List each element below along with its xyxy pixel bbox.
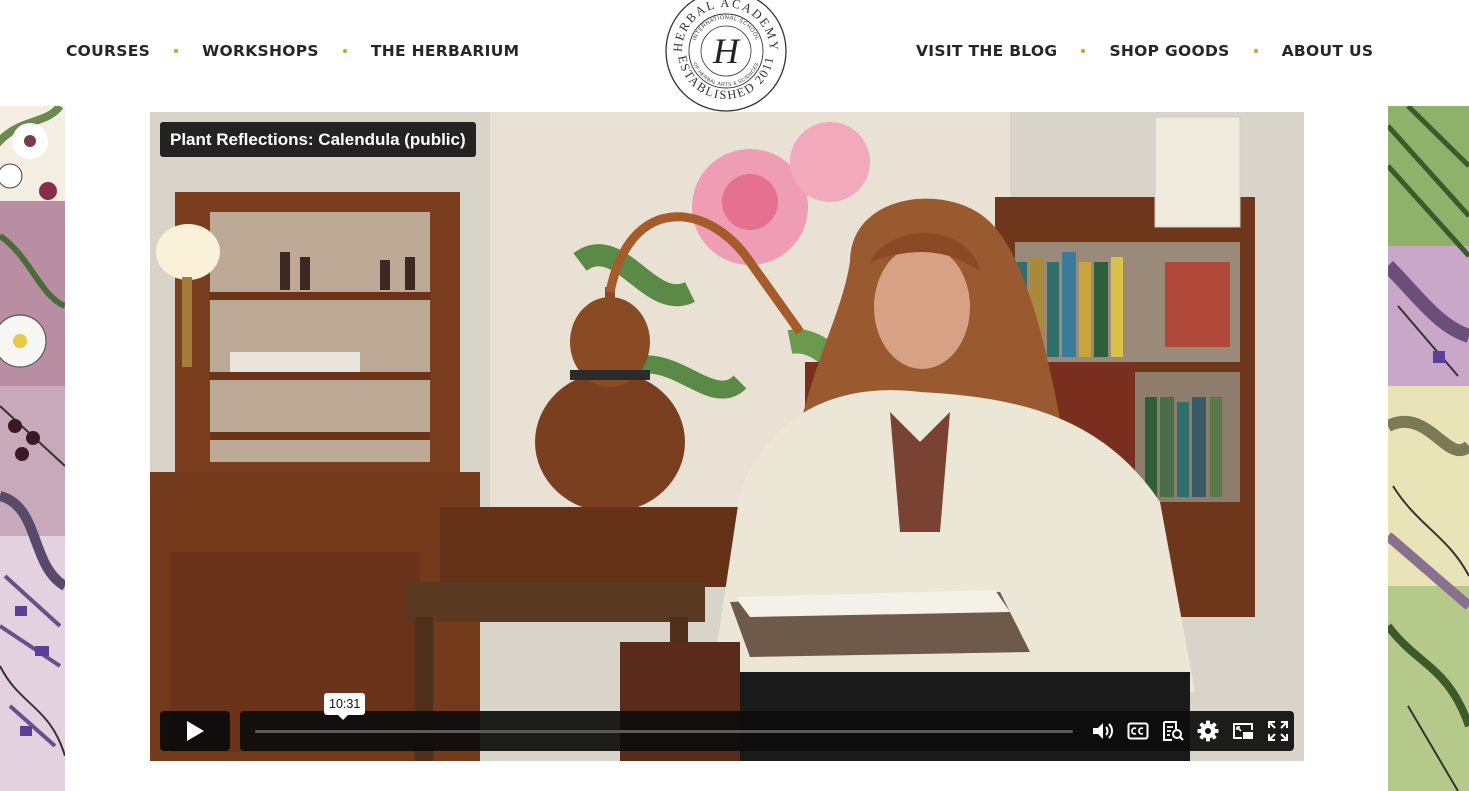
time-tooltip: 10:31 (324, 693, 366, 720)
primary-nav-right: VISIT THE BLOG SHOP GOODS ABOUT US (916, 40, 1373, 62)
settings-button[interactable] (1190, 711, 1225, 751)
nav-workshops[interactable]: WORKSHOPS (202, 40, 319, 62)
picture-in-picture-icon (1232, 723, 1253, 739)
video-player[interactable]: Plant Reflections: Calendula (public) 10… (150, 112, 1304, 761)
play-button[interactable] (160, 711, 230, 751)
nav-the-herbarium[interactable]: THE HERBARIUM (371, 40, 519, 62)
nav-visit-the-blog[interactable]: VISIT THE BLOG (916, 40, 1057, 62)
left-botanical-illustration (0, 106, 65, 791)
primary-nav-left: COURSES WORKSHOPS THE HERBARIUM (66, 40, 519, 62)
control-bar: 10:31 (240, 693, 1295, 751)
right-botanical-illustration (1388, 106, 1469, 791)
progress-bar[interactable] (255, 730, 1073, 733)
nav-separator-dot (1081, 49, 1086, 53)
closed-captions-icon (1127, 722, 1148, 740)
transcript-button[interactable] (1155, 711, 1190, 751)
closed-captions-button[interactable] (1120, 711, 1155, 751)
video-title[interactable]: Plant Reflections: Calendula (public) (160, 122, 476, 157)
site-header: COURSES WORKSHOPS THE HERBARIUM HERBAL A… (0, 0, 1469, 112)
nav-courses[interactable]: COURSES (66, 40, 150, 62)
settings-icon (1197, 720, 1218, 742)
volume-button[interactable] (1085, 711, 1120, 751)
nav-separator-dot (342, 49, 347, 53)
picture-in-picture-button[interactable] (1225, 711, 1260, 751)
transcript-icon (1162, 721, 1184, 741)
logo-letter: H (712, 31, 741, 71)
video-controls: 10:31 (160, 693, 1295, 751)
nav-shop-goods[interactable]: SHOP GOODS (1109, 40, 1229, 62)
play-icon (187, 721, 204, 741)
volume-icon (1092, 723, 1113, 739)
nav-about-us[interactable]: ABOUT US (1282, 40, 1374, 62)
fullscreen-button[interactable] (1260, 711, 1295, 751)
nav-separator-dot (174, 49, 179, 53)
herbal-academy-logo[interactable]: HERBAL ACADEMY ESTABLISHED 2011 INTERNAT… (664, 0, 788, 113)
control-icons (1085, 711, 1295, 751)
video-frame (150, 112, 1304, 761)
nav-separator-dot (1253, 49, 1258, 53)
fullscreen-icon (1267, 721, 1288, 741)
